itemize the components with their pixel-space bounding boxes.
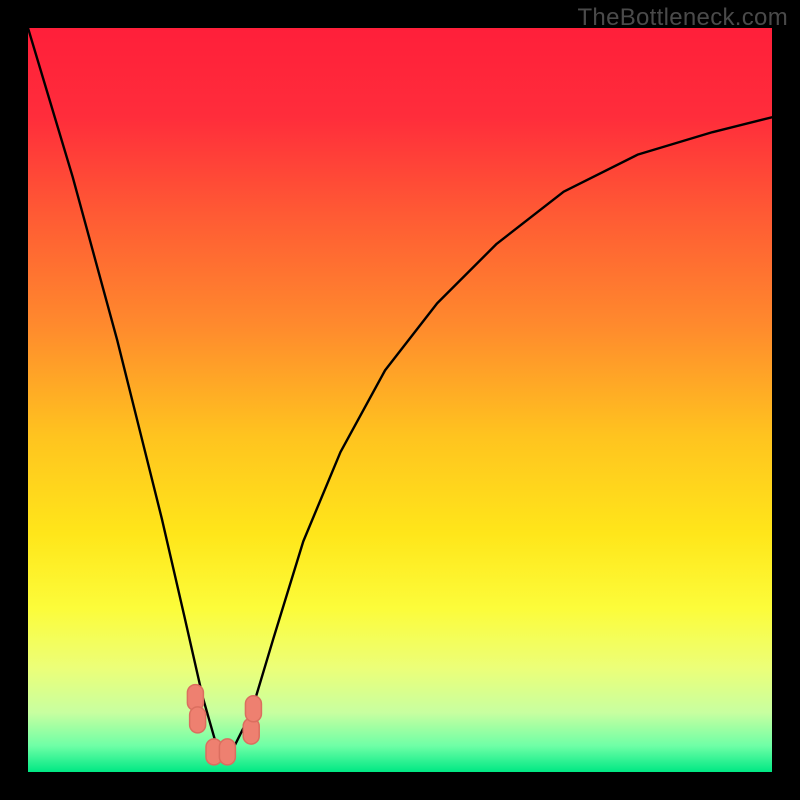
plot-area <box>28 28 772 772</box>
gradient-backdrop <box>28 28 772 772</box>
data-marker <box>190 707 206 733</box>
chart-svg <box>28 28 772 772</box>
chart-frame: TheBottleneck.com <box>0 0 800 800</box>
data-marker <box>219 739 235 765</box>
data-marker <box>245 696 261 722</box>
